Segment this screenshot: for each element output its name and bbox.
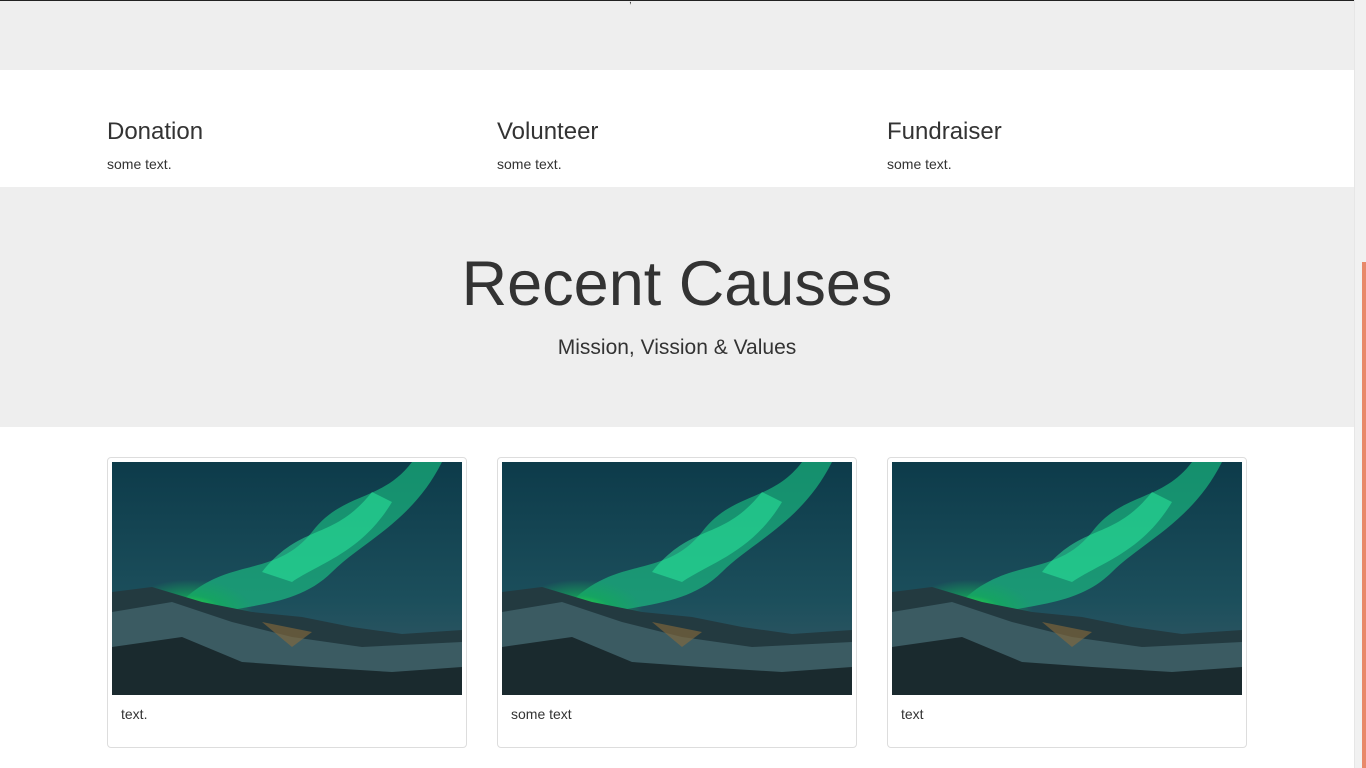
service-title: Donation	[107, 118, 204, 145]
service-fundraiser: Fundraiser some text.	[887, 117, 1247, 173]
service-title: Volunteer	[497, 118, 599, 145]
banner-subtitle: Mission, Vission & Values	[557, 336, 797, 359]
service-title: Fundraiser	[887, 118, 1002, 145]
aurora-image	[502, 462, 852, 695]
card-caption: text.	[121, 706, 148, 722]
service-volunteer: Volunteer some text.	[497, 117, 857, 173]
aurora-landscape-icon	[892, 462, 1242, 695]
causes-cards: text. some text text	[0, 427, 1354, 768]
service-donation: Donation some text.	[107, 117, 467, 173]
cause-card[interactable]: text.	[107, 457, 467, 748]
aurora-landscape-icon	[112, 462, 462, 695]
services-section: Donation some text. Volunteer some text.…	[0, 70, 1354, 187]
card-caption: text	[901, 706, 924, 722]
service-text: some text.	[497, 156, 562, 172]
stray-text: ,	[629, 0, 632, 6]
banner-title: Recent Causes	[461, 249, 893, 319]
card-caption: some text	[511, 706, 572, 722]
scrollbar-thumb[interactable]	[1362, 262, 1366, 768]
aurora-landscape-icon	[502, 462, 852, 695]
aurora-image	[892, 462, 1242, 695]
service-text: some text.	[887, 156, 952, 172]
cause-card[interactable]: some text	[497, 457, 857, 748]
page: , Donation some text. Volunteer some tex…	[0, 0, 1366, 768]
vertical-scrollbar[interactable]	[1354, 0, 1366, 768]
aurora-image	[112, 462, 462, 695]
recent-causes-banner: Recent Causes Mission, Vission & Values	[0, 187, 1354, 427]
cause-card[interactable]: text	[887, 457, 1247, 748]
top-section: ,	[0, 0, 1354, 70]
service-text: some text.	[107, 156, 172, 172]
